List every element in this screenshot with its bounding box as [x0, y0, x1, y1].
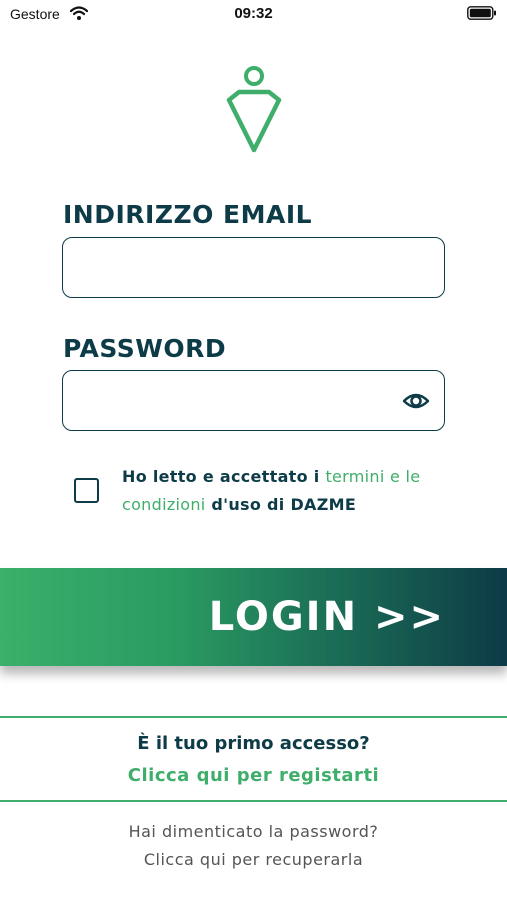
login-button-label: LOGIN >>: [208, 594, 445, 640]
email-field[interactable]: [77, 238, 387, 297]
status-time: 09:32: [234, 5, 273, 22]
password-field[interactable]: [77, 371, 387, 430]
recover-password-link[interactable]: Clicca qui per recuperarla: [0, 850, 507, 869]
eye-icon[interactable]: [402, 389, 430, 413]
dazme-logo-icon: [226, 66, 282, 153]
register-link[interactable]: Clicca qui per registarti: [0, 765, 507, 786]
divider-top: [0, 716, 507, 718]
login-button[interactable]: LOGIN >>: [0, 568, 507, 666]
terms-text-before: Ho letto e accettato i: [122, 467, 326, 486]
forgot-password-text: Hai dimenticato la password?: [128, 822, 379, 841]
divider-bottom: [0, 800, 507, 802]
status-bar: Gestore 09:32: [0, 0, 507, 30]
password-label: PASSWORD: [63, 334, 227, 363]
terms-text: Ho letto e accettato i termini e le cond…: [122, 463, 452, 519]
terms-text-after: d'uso di DAZME: [205, 495, 357, 514]
terms-checkbox[interactable]: [74, 478, 99, 503]
password-field-container[interactable]: [62, 370, 445, 431]
terms-row: Ho letto e accettato i termini e le cond…: [74, 463, 454, 523]
email-label: INDIRIZZO EMAIL: [63, 200, 313, 229]
first-access-text: È il tuo primo accesso?: [137, 733, 370, 754]
email-field-container[interactable]: [62, 237, 445, 298]
battery-icon: [467, 6, 496, 20]
